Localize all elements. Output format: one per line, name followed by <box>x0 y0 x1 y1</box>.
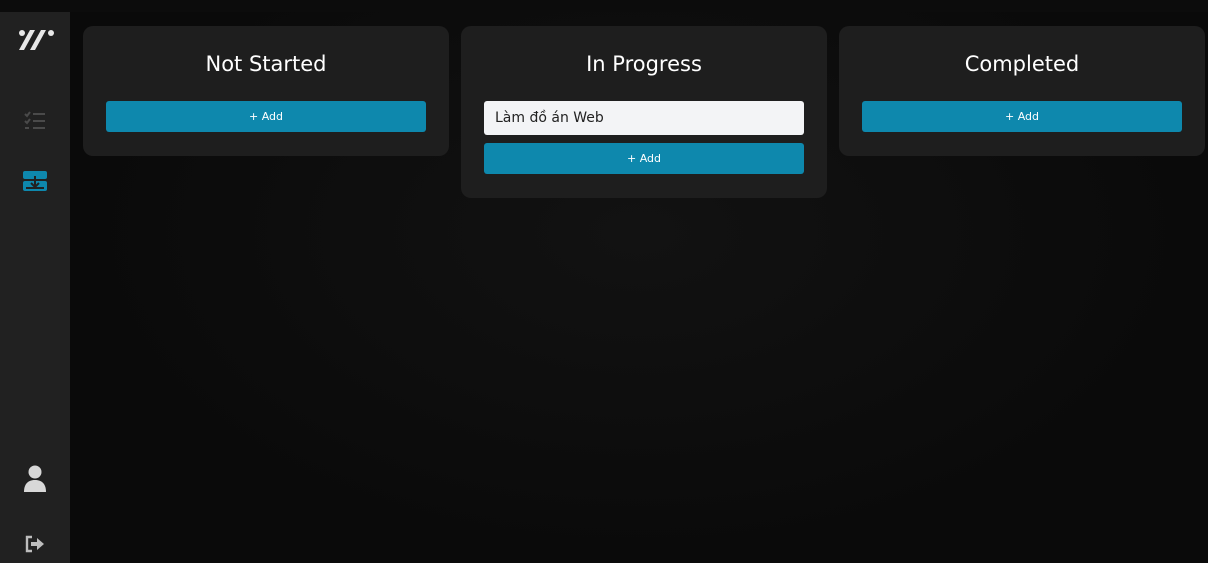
column-in-progress: In Progress Làm đồ án Web + Add <box>461 26 827 198</box>
app-root: Not Started + Add In Progress Làm đồ án … <box>0 0 1208 563</box>
column-completed: Completed + Add <box>839 26 1205 156</box>
column-title: Completed <box>964 52 1080 76</box>
column-not-started: Not Started + Add <box>83 26 449 156</box>
column-title: In Progress <box>586 52 702 76</box>
checklist-icon[interactable] <box>20 106 50 136</box>
column-title: Not Started <box>205 52 327 76</box>
task-card[interactable]: Làm đồ án Web <box>484 101 804 135</box>
logout-icon[interactable] <box>20 529 50 559</box>
app-logo-icon[interactable] <box>16 24 56 54</box>
sidebar <box>0 12 70 563</box>
add-task-button[interactable]: + Add <box>862 101 1182 132</box>
add-task-button[interactable]: + Add <box>484 143 804 174</box>
add-task-button[interactable]: + Add <box>106 101 426 132</box>
kanban-board: Not Started + Add In Progress Làm đồ án … <box>70 12 1208 563</box>
user-icon[interactable] <box>20 464 50 494</box>
board-icon[interactable] <box>20 166 50 196</box>
